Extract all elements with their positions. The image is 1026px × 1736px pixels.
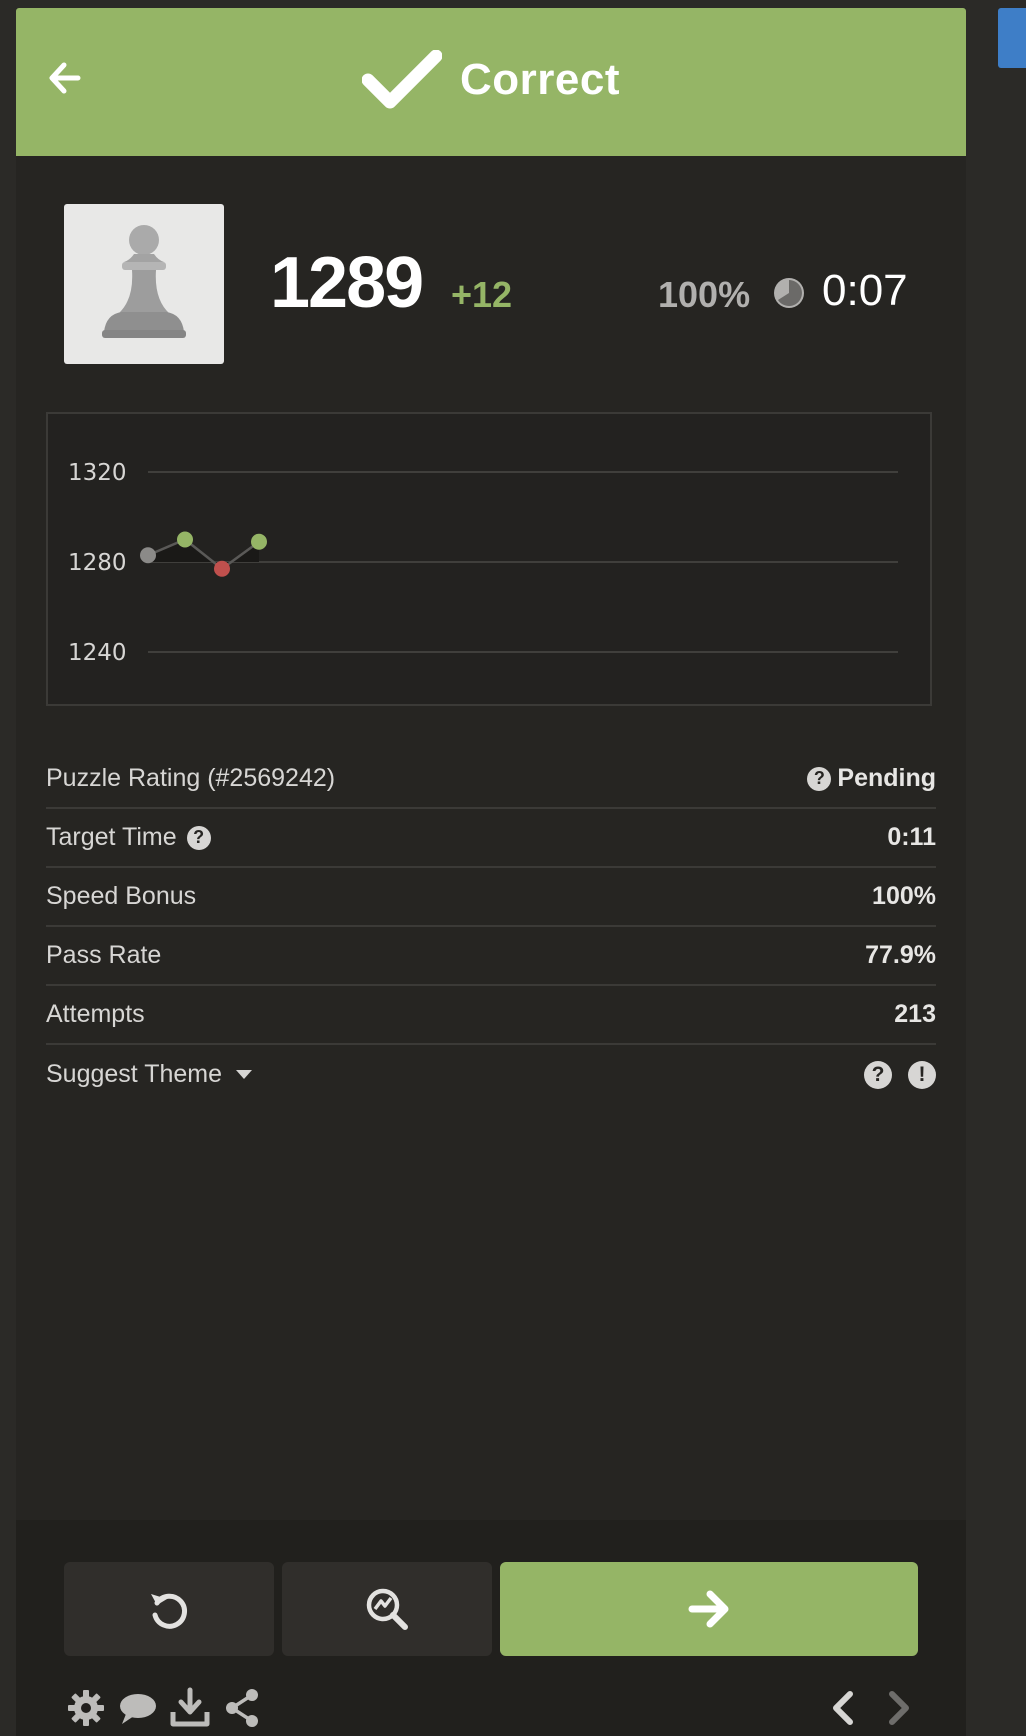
puzzle-rating-value: 1289	[270, 243, 424, 323]
stat-label: Puzzle Rating (#2569242)	[46, 764, 336, 792]
stat-row-target-time: Target Time ? 0:11	[46, 809, 936, 868]
analysis-button[interactable]	[282, 1562, 492, 1656]
stat-row-puzzle-rating: Puzzle Rating (#2569242) ? Pending	[46, 750, 936, 809]
stat-label: Target Time	[46, 823, 177, 851]
stats-table: Puzzle Rating (#2569242) ? Pending Targe…	[46, 750, 936, 1104]
solve-time: 0:07	[822, 266, 908, 315]
report-icon[interactable]: !	[908, 1060, 936, 1089]
chevron-left-icon[interactable]	[822, 1686, 866, 1730]
stat-value: Pending	[837, 764, 936, 792]
y-tick-label: 1320	[68, 460, 127, 486]
checkmark-icon	[362, 50, 442, 109]
stat-row-attempts: Attempts 213	[46, 986, 936, 1045]
caret-down-icon	[236, 1070, 253, 1079]
stat-label: Attempts	[46, 1000, 145, 1028]
chat-icon[interactable]	[116, 1686, 160, 1730]
stat-row-suggest-theme: Suggest Theme ? !	[46, 1045, 936, 1104]
y-tick-label: 1240	[68, 640, 127, 666]
rating-graph: 1320 1280 1240	[46, 412, 932, 706]
clock-icon	[774, 278, 804, 308]
y-tick-label: 1280	[68, 550, 127, 576]
stat-row-speed-bonus: Speed Bonus 100%	[46, 868, 936, 927]
stat-value: 100%	[872, 882, 936, 910]
stat-value: 0:11	[887, 823, 936, 851]
share-icon[interactable]	[220, 1686, 264, 1730]
stat-row-pass-rate: Pass Rate 77.9%	[46, 927, 936, 986]
result-title: Correct	[460, 55, 620, 104]
analysis-icon	[366, 1588, 408, 1630]
data-point-correct[interactable]	[177, 531, 193, 548]
stat-label: Pass Rate	[46, 941, 162, 969]
data-point-correct[interactable]	[251, 533, 267, 550]
next-puzzle-button[interactable]	[500, 1562, 918, 1656]
footer-controls	[16, 1520, 966, 1736]
side-tab[interactable]	[998, 8, 1026, 68]
arrow-right-icon	[688, 1590, 729, 1628]
chevron-right-icon[interactable]	[876, 1686, 920, 1730]
stat-value: 213	[894, 1000, 936, 1028]
help-icon[interactable]: ?	[186, 825, 211, 850]
help-icon[interactable]: ?	[864, 1060, 892, 1089]
retry-icon	[151, 1593, 188, 1629]
gear-icon[interactable]	[64, 1686, 108, 1730]
help-icon[interactable]: ?	[807, 766, 832, 791]
pawn-icon	[64, 204, 224, 364]
data-point-neutral[interactable]	[140, 547, 156, 564]
stat-label: Suggest Theme	[46, 1060, 223, 1088]
speed-percent: 100%	[658, 274, 751, 315]
suggest-theme-dropdown[interactable]: Suggest Theme	[46, 1060, 253, 1089]
download-icon[interactable]	[168, 1686, 212, 1730]
retry-button[interactable]	[64, 1562, 274, 1656]
data-point-incorrect[interactable]	[214, 560, 230, 577]
result-header: Correct	[16, 8, 966, 156]
stat-label: Speed Bonus	[46, 882, 197, 910]
puzzle-result-panel: Correct 1289 +12 100% 0:07 1320 1280 1240 …	[16, 8, 966, 1736]
rating-delta: +12	[451, 274, 513, 315]
stat-value: 77.9%	[865, 941, 936, 969]
